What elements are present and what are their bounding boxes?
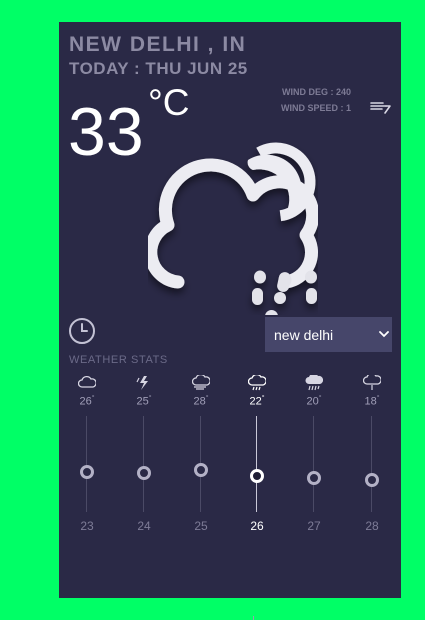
forecast-day-label: 28 <box>365 519 379 533</box>
degree-symbol: ° <box>318 395 322 402</box>
forecast-day-label: 23 <box>80 519 94 533</box>
forecast-temp-value: 18 <box>364 395 377 408</box>
cloud-wind-icon <box>192 375 210 390</box>
forecast-track <box>313 416 314 512</box>
city-select[interactable]: new delhi <box>265 317 392 352</box>
forecast-temp-value: 28 <box>193 395 206 408</box>
cloud-rain-icon <box>248 375 266 391</box>
forecast-temp: 25° <box>124 395 164 408</box>
forecast-temp-value: 26 <box>79 395 92 408</box>
temperature-unit: °C <box>148 82 190 123</box>
forecast-temp: 20° <box>294 395 334 408</box>
forecast-temp-value: 25 <box>136 395 149 408</box>
city-title: NEW DELHI , IN <box>69 33 247 56</box>
forecast-day-label: 26 <box>250 519 264 533</box>
forecast-knob[interactable] <box>365 473 379 487</box>
cloud-sun-rain-icon <box>148 142 318 315</box>
forecast-temp: 22° <box>237 395 277 408</box>
forecast-knob[interactable] <box>80 465 94 479</box>
forecast-temp: 26° <box>67 395 107 408</box>
forecast-temp: 18° <box>352 395 392 408</box>
divider-mark <box>253 616 254 620</box>
cloud-heavy-rain-icon <box>305 375 323 391</box>
forecast-day-label: 25 <box>194 519 208 533</box>
thunder-icon <box>136 376 148 390</box>
weather-stats-label: WEATHER STATS <box>69 354 168 366</box>
cloud-icon <box>78 375 96 388</box>
wind-icon <box>370 102 391 114</box>
forecast-temp: 28° <box>181 395 221 408</box>
cloud-drizzle-icon <box>363 375 381 390</box>
degree-symbol: ° <box>91 395 95 402</box>
degree-symbol: ° <box>261 395 265 402</box>
wind-deg-label: WIND DEG : 240 <box>282 87 352 97</box>
forecast-knob[interactable] <box>250 469 264 483</box>
date-label: TODAY : THU JUN 25 <box>69 59 248 78</box>
forecast-knob[interactable] <box>194 463 208 477</box>
degree-symbol: ° <box>148 395 152 402</box>
forecast-temp-value: 20 <box>306 395 319 408</box>
wind-speed-label: WIND SPEED : 1 <box>281 103 352 113</box>
current-temperature: 33 <box>68 94 144 170</box>
forecast-temp-value: 22 <box>249 395 262 408</box>
forecast-knob[interactable] <box>137 466 151 480</box>
forecast-day-label: 24 <box>137 519 151 533</box>
clock-icon[interactable] <box>68 317 96 345</box>
degree-symbol: ° <box>376 395 380 402</box>
forecast-track <box>256 416 257 512</box>
forecast-knob[interactable] <box>307 471 321 485</box>
forecast-strip: 26° 23 25° 24 28° 25 22° 26 20° 27 18° 28 <box>59 372 401 542</box>
degree-symbol: ° <box>205 395 209 402</box>
forecast-track <box>371 416 372 512</box>
forecast-track <box>143 416 144 512</box>
weather-card: NEW DELHI , IN TODAY : THU JUN 25 33 °C … <box>59 22 401 620</box>
forecast-track <box>86 416 87 512</box>
forecast-day-label: 27 <box>307 519 321 533</box>
